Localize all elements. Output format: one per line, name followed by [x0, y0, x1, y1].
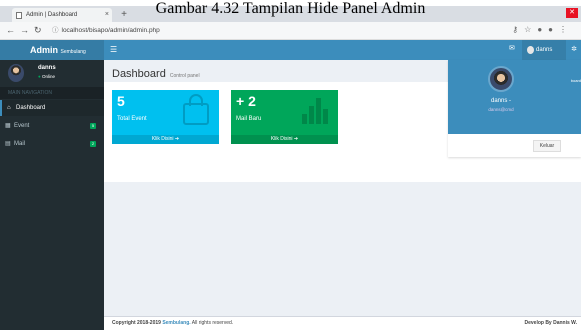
browser-address-bar: ← → ↻ ⓘ localhost/bisapo/admin/admin.php …	[0, 22, 581, 40]
brand-subtitle: Sembulang	[60, 49, 86, 55]
key-icon[interactable]: ⚷	[512, 25, 524, 34]
figure-caption: Gambar 4.32 Tampilan Hide Panel Admin	[155, 0, 426, 17]
sidebar-item-dashboard[interactable]: ⌂ Dashboard	[0, 100, 104, 116]
logout-button[interactable]: Keluar	[533, 140, 561, 152]
page-title: Dashboard Control panel	[112, 68, 200, 80]
page-subtitle: Control panel	[169, 73, 200, 79]
status-dot-icon: ●	[38, 74, 41, 79]
menu-icon[interactable]: ⋮	[559, 25, 573, 34]
sidebar-item-label: Dashboard	[16, 105, 46, 111]
top-navbar: ☰ ✉ danns ✲	[104, 40, 581, 60]
footer-brand-link[interactable]: Sembulang.	[162, 320, 190, 326]
user-dropdown-subtitle: danns@cmd	[488, 107, 514, 112]
reload-icon[interactable]: ↻	[34, 25, 42, 36]
user-dropdown-menu: danns - danns@cmd board Keluar	[448, 60, 581, 157]
event-more-link[interactable]: Klik Disini ➔	[112, 135, 219, 144]
nav-user-name: danns	[536, 47, 553, 53]
footer-suffix: All rights reserved.	[190, 320, 234, 326]
home-icon: ⌂	[7, 105, 11, 111]
avatar	[488, 66, 514, 92]
sidebar-item-label: Mail	[14, 141, 26, 147]
forward-icon[interactable]: →	[20, 25, 29, 35]
arrow-circle-right-icon: ➔	[293, 136, 299, 142]
star-icon[interactable]: ☆	[524, 25, 537, 34]
extension-icon[interactable]: ●	[537, 25, 548, 34]
event-count-badge: 5	[90, 123, 96, 129]
breadcrumb-fragment: board	[570, 78, 581, 83]
mail-count: + 2	[236, 93, 256, 109]
url-input[interactable]: ⓘ localhost/bisapo/admin/admin.php	[52, 25, 482, 37]
gear-icon[interactable]: ✲	[571, 45, 577, 53]
new-mail-box: + 2 Mail Baru Klik Disini ➔	[231, 90, 338, 144]
sidebar-header: MAIN NAVIGATION	[0, 87, 104, 99]
mail-label: Mail Baru	[236, 116, 262, 122]
footer-copyright: Copyright 2018-2019	[112, 320, 163, 326]
user-menu-button[interactable]: danns	[522, 40, 566, 60]
mail-count-badge: 2	[90, 141, 96, 147]
avatar	[8, 64, 24, 82]
bar-chart-icon	[302, 98, 328, 124]
shopping-bag-icon	[183, 94, 209, 125]
event-label: Total Event	[117, 116, 147, 122]
user-dropdown-name: danns -	[490, 98, 511, 104]
sidebar-item-event[interactable]: ▦ Event 5	[0, 118, 104, 134]
brand-logo[interactable]: Admin Sembulang	[0, 40, 104, 60]
online-status: ● Online	[38, 74, 55, 79]
avatar	[527, 46, 534, 54]
admin-app: Admin Sembulang ☰ ✉ danns ✲ danns ● Onli…	[0, 40, 581, 330]
info-icon: ⓘ	[52, 27, 59, 34]
user-dropdown-header: danns - danns@cmd board	[448, 60, 581, 134]
brand-title: Admin	[30, 45, 58, 55]
mail-more-link[interactable]: Klik Disini ➔	[231, 135, 338, 144]
browser-action-icons: ⚷☆●●⋮	[512, 25, 573, 34]
footer-developer: Develop By Dannis W.	[524, 320, 577, 326]
sidebar-item-mail[interactable]: ▤ Mail 2	[0, 136, 104, 152]
event-count: 5	[117, 93, 125, 109]
profile-icon[interactable]: ●	[548, 25, 559, 34]
back-icon[interactable]: ←	[6, 25, 15, 35]
total-event-box: 5 Total Event Klik Disini ➔	[112, 90, 219, 144]
envelope-icon: ▤	[5, 141, 11, 147]
page-title-text: Dashboard	[112, 68, 166, 80]
url-text: localhost/bisapo/admin/admin.php	[61, 27, 160, 34]
sidebar: danns ● Online MAIN NAVIGATION ⌂ Dashboa…	[0, 60, 104, 330]
sidebar-user-name: danns	[38, 65, 56, 71]
sidebar-item-label: Event	[14, 123, 30, 129]
page-footer: Copyright 2018-2019 Sembulang. All right…	[104, 316, 581, 330]
sidebar-user-panel: danns ● Online	[0, 60, 104, 86]
screenshot-root: Admin | Dashboard × + ✕ ← → ↻ ⓘ localhost…	[0, 0, 581, 330]
list-icon: ▦	[5, 123, 11, 129]
mail-icon[interactable]: ✉	[509, 44, 515, 52]
arrow-circle-right-icon: ➔	[174, 136, 180, 142]
sidebar-toggle-icon[interactable]: ☰	[110, 45, 117, 54]
